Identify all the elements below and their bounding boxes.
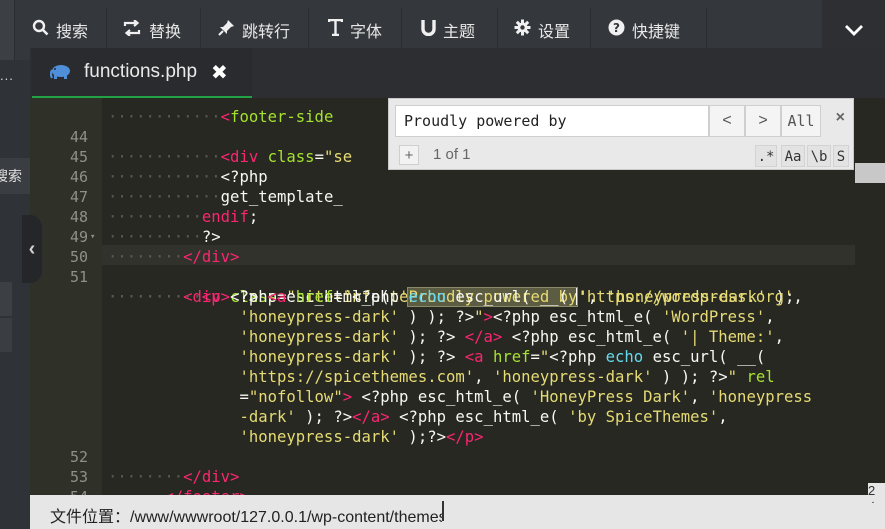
magnet-icon [421,19,436,41]
chevron-down-icon [844,25,863,36]
search-icon [32,19,49,41]
code-line: ··············'https://spicethemes.com',… [239,368,775,386]
code-line: ··············="nofollow"> <?php esc_htm… [239,388,813,406]
gear-icon [514,19,531,41]
pushpin-icon [218,19,235,41]
find-next-button[interactable]: > [745,105,781,137]
toggle-replace-button[interactable]: + [399,145,419,165]
close-icon[interactable]: × [836,109,845,127]
help-icon: ? [608,19,625,41]
code-line: ··············'honeypress-dark' ); ?> <a… [239,348,766,366]
font-button[interactable]: 字体 [327,8,383,52]
settings-button[interactable]: 设置 [514,8,570,52]
toolbar-divider [308,8,309,52]
close-tab-icon[interactable]: ✖ [211,60,228,85]
code-line: 45 ············<?php [30,127,268,186]
shortcuts-button[interactable]: ? 快捷键 [608,8,680,52]
code-line: 48 ··········?> [30,187,221,246]
code-line: 46 ············get_template_ [30,147,343,206]
toolbar-divider [200,8,201,52]
theme-button[interactable]: 主题 [421,8,475,52]
more-icon[interactable]: ... [0,68,14,83]
find-all-label: All [787,112,815,130]
text-cursor [442,501,444,521]
fold-arrow-icon[interactable]: ▾ [90,227,95,247]
code-line: ··············'honeypress-dark' );?></p> [239,428,484,446]
find-previous-button[interactable]: < [709,105,745,137]
tab-functions-php[interactable]: functions.php ✖ [32,48,252,99]
code-line: 47 ··········endif; [30,167,258,226]
search-in-selection-toggle[interactable]: S [833,145,849,167]
panel-item[interactable] [0,318,12,352]
vertical-scrollbar[interactable] [855,98,885,495]
font-icon [327,18,344,41]
search-panel: Proudly powered by < > All × + 1 of 1 .*… [388,98,854,170]
code-line: ··············'honeypress-dark' ) ); ?>"… [239,308,775,326]
toolbar-left-strip [0,0,15,60]
replace-icon [122,18,142,41]
toolbar-divider [590,8,591,52]
code-line: ············<footer-side [108,108,334,126]
code-line: ··············'honeypress-dark' ); ?> </… [239,328,784,346]
whole-word-toggle[interactable]: \b [807,145,831,167]
settings-button-label: 设置 [538,24,571,41]
shortcuts-button-label: 快捷键 [632,24,681,41]
panel-item[interactable] [0,282,12,316]
file-path: 文件位置：/www/wwwroot/127.0.0.1/wp-content/t… [50,509,442,526]
chevron-left-icon: < [722,112,732,129]
search-button[interactable]: 搜索 [32,8,88,52]
svg-text:?: ? [613,21,620,35]
find-all-button[interactable]: All [781,105,821,137]
code-line: 44 ············<div class="se [30,107,352,166]
result-count-fragment: 2条 [868,483,885,503]
toolbar-divider [401,8,402,52]
search-input[interactable]: Proudly powered by [395,105,709,137]
chevron-right-icon: > [758,112,768,129]
toolbar-divider [106,8,107,52]
code-line: 54 ······<?php [30,467,88,495]
code-line: 53 ······</footer> [30,447,249,495]
collapse-panel-handle[interactable]: ‹ [22,215,42,283]
search-button-label: 搜索 [56,24,89,41]
match-count: 1 of 1 [433,146,471,163]
replace-button-label: 替换 [149,24,182,41]
code-line: 55 ····} [30,487,68,495]
font-button-label: 字体 [350,24,383,41]
goto-line-button[interactable]: 跳转行 [218,8,290,52]
goto-line-button-label: 跳转行 [242,24,291,41]
chevron-left-icon: ‹ [28,237,36,260]
scrollbar-thumb[interactable] [855,163,885,183]
tab-bar: functions.php ✖ [30,48,885,99]
replace-button[interactable]: 替换 [122,8,181,52]
php-elephant-icon [50,65,70,79]
tab-filename: functions.php [84,61,198,82]
regex-toggle[interactable]: .* [755,145,777,167]
code-line: 52 ········</div> [30,427,240,486]
code-line: ··············-dark' ); ?></a> <?php esc… [239,408,728,426]
case-sensitive-toggle[interactable]: Aa [781,145,805,167]
file-search-button[interactable]: 搜索 [0,158,30,194]
toolbar-divider [497,8,498,52]
file-tree-panel: ... 搜索 [0,60,30,529]
toolbar-divider [706,8,707,52]
status-bar: 文件位置：/www/wwwroot/127.0.0.1/wp-content/t… [30,495,885,529]
theme-button-label: 主题 [443,24,476,41]
